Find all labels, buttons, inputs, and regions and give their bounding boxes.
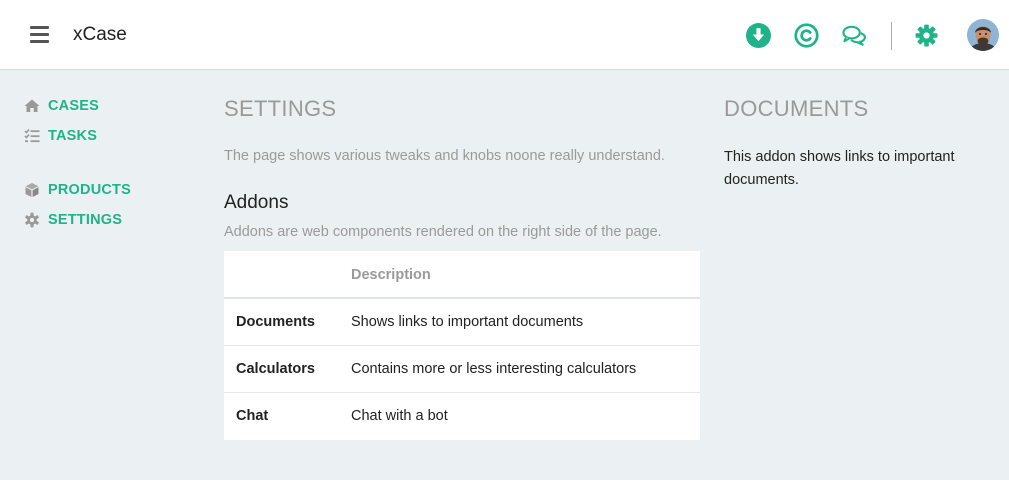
addon-name: Documents bbox=[236, 314, 315, 330]
gear-icon[interactable] bbox=[914, 23, 939, 48]
cube-icon bbox=[24, 182, 40, 198]
chat-icon[interactable] bbox=[842, 23, 867, 48]
table-row: Chat Chat with a bot bbox=[224, 393, 700, 440]
top-bar: xCase bbox=[0, 0, 1009, 70]
menu-icon[interactable] bbox=[30, 26, 49, 43]
sidebar-item-products[interactable]: PRODUCTS bbox=[24, 180, 131, 200]
addon-description: Contains more or less interesting calcul… bbox=[351, 361, 637, 377]
sidebar-item-label: SETTINGS bbox=[48, 212, 123, 228]
avatar[interactable] bbox=[967, 19, 999, 51]
gear-icon bbox=[24, 212, 40, 228]
documents-title: DOCUMENTS bbox=[724, 96, 869, 121]
header-divider bbox=[891, 22, 892, 50]
page-title: SETTINGS bbox=[224, 96, 337, 121]
home-icon bbox=[24, 98, 40, 114]
sidebar-item-tasks[interactable]: TASKS bbox=[24, 126, 97, 146]
sidebar-item-label: CASES bbox=[48, 98, 99, 114]
app-title: xCase bbox=[73, 24, 127, 45]
addons-table: Description Documents Shows links to imp… bbox=[224, 251, 700, 440]
download-icon[interactable] bbox=[746, 23, 771, 48]
documents-text: This addon shows links to important docu… bbox=[724, 149, 955, 188]
addon-description: Shows links to important documents bbox=[351, 314, 584, 330]
addon-name: Calculators bbox=[236, 361, 315, 377]
addons-heading: Addons bbox=[224, 192, 289, 213]
table-row: Calculators Contains more or less intere… bbox=[224, 346, 700, 393]
sidebar-item-label: PRODUCTS bbox=[48, 182, 131, 198]
addons-description: Addons are web components rendered on th… bbox=[224, 224, 662, 240]
table-header: Description bbox=[224, 251, 700, 299]
copyright-icon[interactable] bbox=[794, 23, 819, 48]
addon-description: Chat with a bot bbox=[351, 408, 448, 424]
tasks-icon bbox=[24, 128, 40, 144]
addon-name: Chat bbox=[236, 408, 269, 424]
sidebar-item-cases[interactable]: CASES bbox=[24, 96, 99, 116]
column-header-description: Description bbox=[351, 267, 431, 283]
table-row: Documents Shows links to important docum… bbox=[224, 299, 700, 346]
sidebar-item-label: TASKS bbox=[48, 128, 98, 144]
page-description: The page shows various tweaks and knobs … bbox=[224, 148, 665, 164]
sidebar-item-settings[interactable]: SETTINGS bbox=[24, 210, 122, 230]
